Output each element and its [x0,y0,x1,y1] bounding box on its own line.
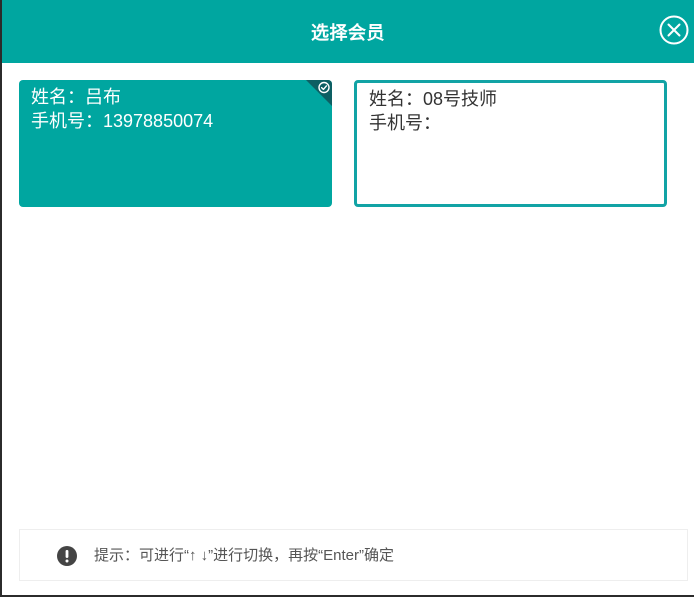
member-phone: 手机号： [369,113,441,133]
hint-icon-wrap [57,546,77,566]
member-card-selected[interactable]: 姓名：吕布 手机号：13978850074 [19,80,332,207]
dialog-header: 选择会员 [2,0,694,63]
member-card[interactable]: 姓名：08号技师 手机号： [354,80,667,207]
hint-bar: 提示：可进行“↑ ↓”进行切换，再按“Enter”确定 [19,529,688,581]
close-button[interactable] [659,15,689,45]
member-name: 姓名：08号技师 [369,89,498,109]
check-circle-icon [306,80,332,106]
close-circle-icon [659,15,689,45]
selected-corner-badge [306,80,332,106]
member-phone: 手机号：13978850074 [31,111,214,131]
member-name: 姓名：吕布 [31,87,121,107]
select-member-dialog: 选择会员 姓名：吕布 手机号：13978850074 姓名：08号技师 手机号： [0,0,694,597]
hint-text: 提示：可进行“↑ ↓”进行切换，再按“Enter”确定 [94,547,395,564]
exclamation-circle-icon [57,546,77,566]
dialog-title: 选择会员 [311,23,385,43]
